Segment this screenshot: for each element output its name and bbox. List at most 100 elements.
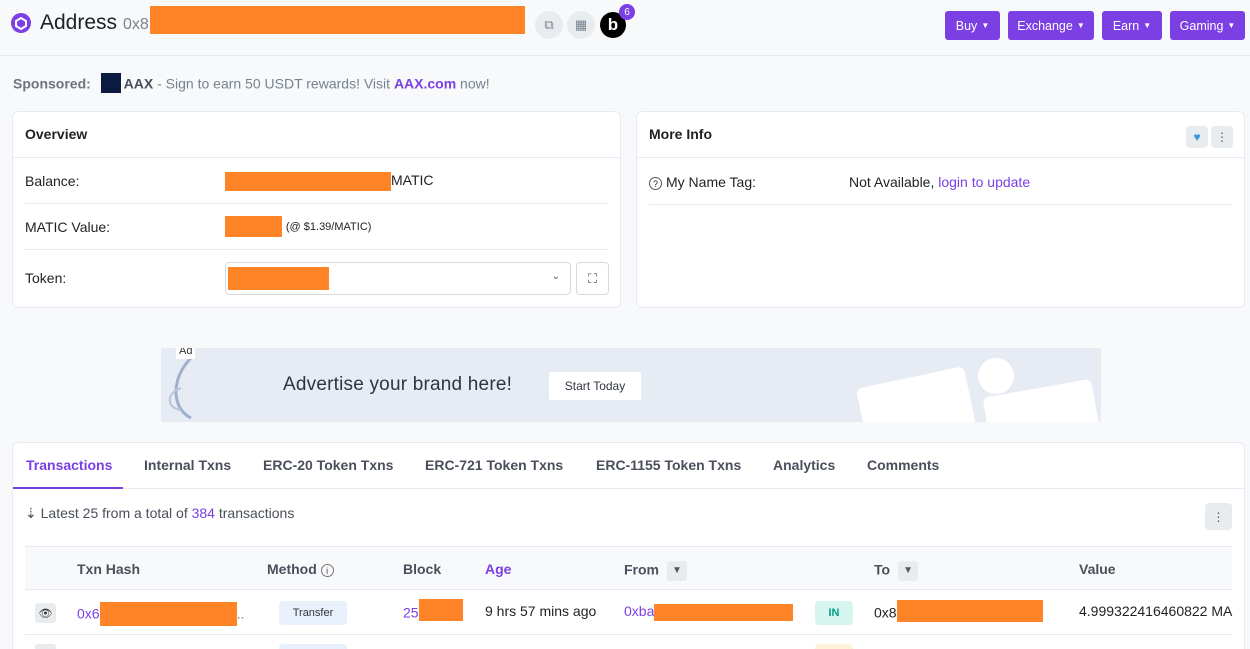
col-to-label: To <box>874 561 891 578</box>
txn-hash[interactable]: 0x6.. <box>77 602 245 627</box>
value-redaction <box>225 216 282 237</box>
table-row: 👁 0x6.. Transfer 25 9 hrs 57 mins ago 0x… <box>25 591 1232 635</box>
sponsor-suffix: now! <box>456 75 490 92</box>
col-from: From ▼ <box>624 561 687 581</box>
col-txn-hash: Txn Hash <box>77 561 141 577</box>
table-header: Txn Hash Method i Block Age From ▼ To ▼ Va… <box>25 546 1232 590</box>
txn-value: 4.999322416460822 MA <box>1079 603 1233 619</box>
page-header: Address 0x8 ⧉ ▦ b 6 Buy ▼ Exchange ▼ Earn ▼… <box>0 0 1250 56</box>
more-options-icon[interactable]: ⋮ <box>1211 126 1233 148</box>
tab-bar: Transactions Internal Txns ERC-20 Token … <box>13 443 1244 489</box>
balance-row: Balance: MATIC <box>25 158 608 204</box>
block-prefix[interactable]: 25 <box>403 605 419 621</box>
block-redaction <box>418 599 463 621</box>
direction-badge: IN <box>815 601 853 625</box>
tab-transactions[interactable]: Transactions <box>26 457 112 473</box>
from-prefix[interactable]: 0xba <box>624 603 654 619</box>
tab-erc20[interactable]: ERC-20 Token Txns <box>263 457 393 473</box>
notification-count-badge: 6 <box>619 4 635 20</box>
help-circle-icon: ? <box>649 177 662 190</box>
active-tab-indicator <box>13 487 123 489</box>
name-tag-row: ? My Name Tag: Not Available, login to up… <box>649 159 1232 205</box>
chevron-down-icon: ▼ <box>981 21 990 30</box>
sort-icon: ⇣ <box>25 505 37 521</box>
earn-button[interactable]: Earn ▼ <box>1102 11 1162 40</box>
page-title: Address <box>40 11 118 34</box>
table-row <box>25 636 1232 649</box>
block-number[interactable]: 25 <box>403 599 463 625</box>
method-badge: Transfer <box>279 601 347 625</box>
tab-internal-txns[interactable]: Internal Txns <box>144 457 231 473</box>
exchange-button-label: Exchange <box>1017 18 1073 33</box>
summary-suffix: transactions <box>214 505 295 521</box>
heart-icon[interactable]: ♥ <box>1186 126 1208 148</box>
col-from-label: From <box>624 561 659 578</box>
method-badge <box>279 644 347 649</box>
exchange-button[interactable]: Exchange ▼ <box>1008 11 1094 40</box>
token-redaction <box>228 267 329 290</box>
txn-hash-prefix[interactable]: 0x6 <box>77 606 100 622</box>
col-method-label: Method <box>267 561 317 577</box>
to-redaction <box>896 600 1043 622</box>
address-redaction <box>150 6 525 34</box>
overview-title: Overview <box>13 112 620 158</box>
chevron-down-icon: ⌄ <box>551 271 560 282</box>
gaming-button[interactable]: Gaming ▼ <box>1170 11 1245 40</box>
name-tag-label-text: My Name Tag: <box>666 174 756 190</box>
qr-code-icon[interactable]: ▦ <box>567 11 595 39</box>
filter-icon[interactable]: ▼ <box>898 561 919 581</box>
ad-banner[interactable]: Ad Advertise your brand here! Start Toda… <box>161 348 1101 422</box>
matic-value-row: MATIC Value: (@ $1.39/MATIC) <box>25 204 608 250</box>
sponsor-text: - Sign to earn 50 USDT rewards! Visit <box>153 75 394 92</box>
name-tag-text: Not Available, <box>849 174 939 190</box>
matic-rate: (@ $1.39/MATIC) <box>285 221 372 234</box>
token-select[interactable]: ⌄ <box>225 262 571 295</box>
sponsored-label: Sponsored: <box>13 75 91 92</box>
ad-text: Advertise your brand here! <box>283 374 513 395</box>
sponsored-banner: Sponsored: AAX - Sign to earn 50 USDT re… <box>13 73 490 95</box>
expand-icon[interactable]: ⛶ <box>576 262 609 295</box>
name-tag-value: Not Available, login to update <box>849 174 1030 190</box>
summary-prefix: Latest 25 from a total of <box>40 505 192 521</box>
balance-value: MATIC <box>225 172 434 191</box>
to-prefix: 0x8 <box>874 604 897 621</box>
balance-unit: MATIC <box>391 172 434 189</box>
login-link[interactable]: login to update <box>938 174 1030 190</box>
txn-age: 9 hrs 57 mins ago <box>485 603 597 619</box>
to-address: 0x8 <box>874 600 1043 625</box>
sponsor-brand: AAX <box>123 75 154 92</box>
filter-icon[interactable]: ▼ <box>667 561 687 581</box>
overview-card: Overview Balance: MATIC MATIC Value: (@ … <box>12 111 621 308</box>
polygon-logo-icon <box>11 13 31 33</box>
balance-redaction <box>225 172 391 191</box>
address-prefix: 0x8 <box>123 16 149 33</box>
from-redaction <box>654 603 794 621</box>
more-info-card: More Info ♥ ⋮ ? My Name Tag: Not Availabl… <box>636 111 1245 308</box>
ad-chart-graphic <box>856 358 1099 422</box>
col-age[interactable]: Age <box>485 561 511 577</box>
tab-erc1155[interactable]: ERC-1155 Token Txns <box>596 457 741 473</box>
txn-summary: ⇣ Latest 25 from a total of 384 transact… <box>25 505 294 522</box>
eye-icon[interactable]: 👁 <box>35 603 56 623</box>
copy-icon[interactable]: ⧉ <box>535 11 563 39</box>
transactions-card: Transactions Internal Txns ERC-20 Token … <box>12 442 1245 649</box>
tab-erc721[interactable]: ERC-721 Token Txns <box>425 457 563 473</box>
tab-analytics[interactable]: Analytics <box>773 457 835 473</box>
buy-button[interactable]: Buy ▼ <box>945 11 1000 40</box>
sponsor-link[interactable]: AAX.com <box>394 76 456 92</box>
gaming-button-label: Gaming <box>1179 18 1224 33</box>
start-today-button[interactable]: Start Today <box>549 372 641 400</box>
col-to: To ▼ <box>874 561 919 581</box>
txn-count-link[interactable]: 384 <box>192 505 215 521</box>
eye-icon[interactable] <box>35 644 56 649</box>
from-address[interactable]: 0xba <box>624 603 794 621</box>
matic-value: (@ $1.39/MATIC) <box>225 216 371 237</box>
txn-hash-ellipsis: .. <box>236 605 245 622</box>
more-options-icon[interactable]: ⋮ <box>1205 503 1232 530</box>
ad-leaf-graphic <box>168 356 193 420</box>
ad-label: Ad <box>176 348 196 359</box>
tab-comments[interactable]: Comments <box>867 457 939 473</box>
col-block: Block <box>403 561 442 577</box>
aax-logo-icon <box>100 73 121 93</box>
balance-label: Balance: <box>25 173 80 189</box>
